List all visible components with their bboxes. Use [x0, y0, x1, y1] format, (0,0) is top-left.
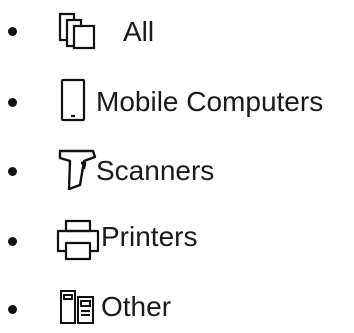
category-item-other[interactable]: Other — [0, 281, 354, 333]
category-label: Scanners — [96, 155, 215, 186]
category-label: Other — [101, 291, 172, 322]
bullet — [8, 167, 17, 176]
category-item-all[interactable]: All — [0, 6, 354, 58]
category-item-printers[interactable]: Printers — [0, 214, 354, 266]
bullet — [8, 27, 17, 36]
bullet — [8, 98, 17, 107]
bullet — [8, 237, 17, 246]
category-item-scanners[interactable]: Scanners — [0, 143, 354, 195]
mobile-computer-icon — [60, 78, 86, 122]
category-label: All — [123, 16, 155, 47]
category-label: Printers — [101, 221, 198, 252]
bullet — [8, 305, 17, 314]
all-devices-icon — [58, 12, 98, 52]
category-item-mobile-computers[interactable]: Mobile Computers — [0, 74, 354, 126]
other-devices-icon — [59, 289, 95, 325]
printer-icon — [56, 219, 100, 261]
scanner-icon — [57, 147, 97, 193]
category-label: Mobile Computers — [96, 86, 324, 117]
device-category-list: All Mobile Computers Scanners Printers O… — [0, 0, 354, 333]
